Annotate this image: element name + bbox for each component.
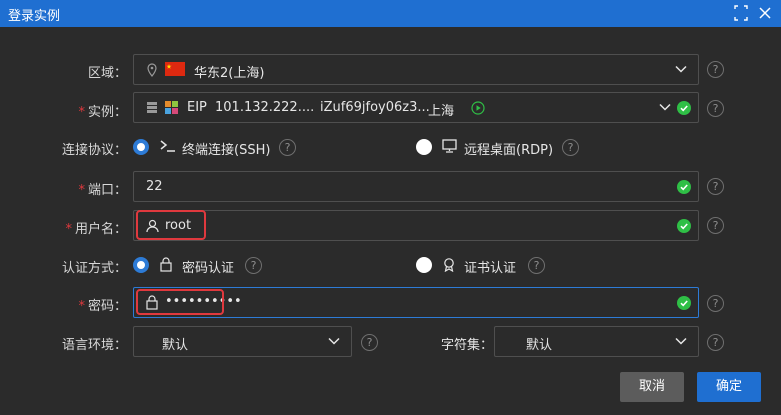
locale-help-icon[interactable]: ? xyxy=(361,334,378,351)
chevron-down-icon xyxy=(674,62,688,76)
username-label: * 用户名： xyxy=(65,222,127,237)
ssh-radio[interactable] xyxy=(133,139,149,155)
desktop-icon xyxy=(442,139,457,157)
location-pin-icon xyxy=(146,63,158,81)
username-highlight-box xyxy=(136,210,206,240)
instance-select[interactable]: EIP 101.132.222.... iZuf69jfoy06z3... 上海 xyxy=(133,92,699,123)
password-label: * 密码： xyxy=(78,299,127,314)
locale-select[interactable]: 默认 xyxy=(133,326,352,357)
confirm-button[interactable]: 确定 xyxy=(697,372,761,402)
running-status-icon xyxy=(471,101,485,119)
valid-check-icon xyxy=(677,101,691,115)
chevron-down-icon xyxy=(658,100,672,114)
instance-os-icon xyxy=(164,100,179,119)
charset-value: 默认 xyxy=(526,338,553,353)
china-flag-icon xyxy=(165,62,185,80)
terminal-icon xyxy=(160,139,176,157)
region-select[interactable]: 华东2(上海) xyxy=(133,54,699,85)
password-auth-radio[interactable] xyxy=(133,257,149,273)
password-highlight-box xyxy=(136,289,224,315)
password-auth-label[interactable]: 密码认证 xyxy=(182,257,234,276)
valid-check-icon xyxy=(677,296,691,310)
ssh-option-label[interactable]: 终端连接(SSH) xyxy=(182,139,270,158)
instance-region: 上海 xyxy=(428,104,455,119)
charset-select[interactable]: 默认 xyxy=(494,326,699,357)
port-help-icon[interactable]: ? xyxy=(707,178,724,195)
protocol-label: 连接协议： xyxy=(61,143,127,158)
chevron-down-icon xyxy=(674,334,688,348)
cert-auth-label[interactable]: 证书认证 xyxy=(464,257,516,276)
region-help-icon[interactable]: ? xyxy=(707,61,724,78)
valid-check-icon xyxy=(677,180,691,194)
instance-ip: 101.132.222.... xyxy=(215,100,315,115)
rdp-option-label[interactable]: 远程桌面(RDP) xyxy=(464,139,553,158)
username-input[interactable]: root xyxy=(133,210,699,241)
charset-help-icon[interactable]: ? xyxy=(707,334,724,351)
instance-help-icon[interactable]: ? xyxy=(707,100,724,117)
locale-label: 语言环境： xyxy=(61,338,127,353)
instance-label: * 实例： xyxy=(78,105,127,120)
password-help-icon[interactable]: ? xyxy=(707,295,724,312)
port-input[interactable]: 22 xyxy=(133,171,699,202)
charset-label: 字符集： xyxy=(441,338,494,353)
ssh-help-icon[interactable]: ? xyxy=(279,139,296,156)
password-auth-help-icon[interactable]: ? xyxy=(245,257,262,274)
close-icon[interactable] xyxy=(757,4,773,22)
cancel-button[interactable]: 取消 xyxy=(620,372,684,402)
maximize-icon[interactable] xyxy=(733,4,749,22)
dialog-title: 登录实例 xyxy=(8,9,61,24)
cert-auth-help-icon[interactable]: ? xyxy=(528,257,545,274)
cert-auth-radio[interactable] xyxy=(416,257,432,273)
instance-id: iZuf69jfoy06z3... xyxy=(320,100,430,115)
dialog-titlebar: 登录实例 xyxy=(0,0,781,27)
certificate-icon xyxy=(442,257,456,276)
valid-check-icon xyxy=(677,219,691,233)
region-value: 华东2(上海) xyxy=(194,66,265,81)
server-icon xyxy=(146,101,158,118)
chevron-down-icon xyxy=(327,334,341,348)
username-help-icon[interactable]: ? xyxy=(707,217,724,234)
rdp-radio[interactable] xyxy=(416,139,432,155)
port-label: * 端口： xyxy=(78,183,127,198)
port-value: 22 xyxy=(146,179,163,194)
lock-icon xyxy=(160,257,172,276)
locale-value: 默认 xyxy=(162,338,189,353)
instance-eip-prefix: EIP xyxy=(187,100,207,115)
rdp-help-icon[interactable]: ? xyxy=(562,139,579,156)
auth-label: 认证方式： xyxy=(61,261,127,276)
region-label: 区域： xyxy=(87,66,127,81)
